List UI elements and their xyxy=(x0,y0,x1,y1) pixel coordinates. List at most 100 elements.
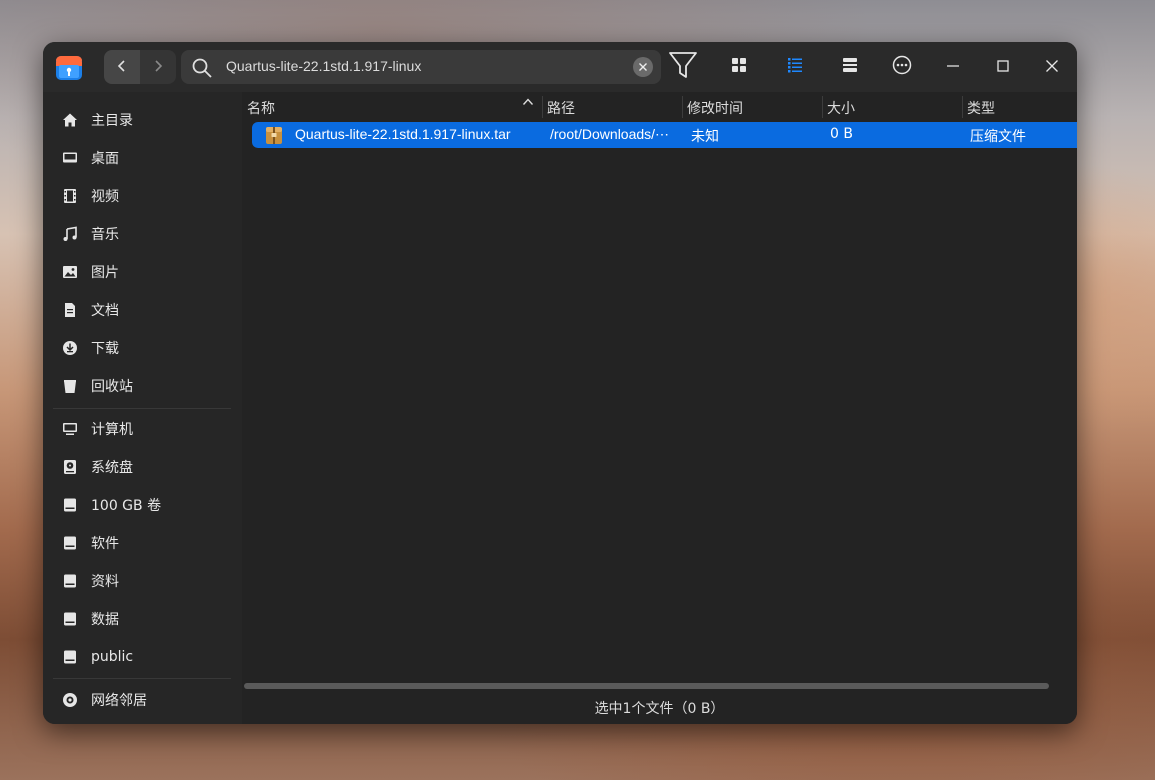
sidebar-item-label: 软件 xyxy=(91,536,119,552)
file-type: 压缩文件 xyxy=(970,129,1026,145)
grid-view-icon xyxy=(731,57,747,77)
close-window-button[interactable] xyxy=(1035,50,1069,84)
maximize-button[interactable] xyxy=(986,50,1020,84)
file-manager-window: Quartus-lite-22.1std.1.917-linux 主目录 桌面 … xyxy=(43,42,1077,724)
video-icon xyxy=(60,186,80,206)
sidebar-item-label: 回收站 xyxy=(91,379,133,395)
sidebar-item-system-disk[interactable]: 系统盘 xyxy=(55,452,230,482)
filter-icon xyxy=(668,50,698,84)
sort-ascending-icon[interactable] xyxy=(522,96,534,112)
sidebar-item-label: 图片 xyxy=(91,265,119,281)
back-button[interactable] xyxy=(104,50,140,84)
navigation-buttons xyxy=(104,50,176,84)
sidebar-item-music[interactable]: 音乐 xyxy=(55,219,230,249)
document-icon xyxy=(60,300,80,320)
sidebar-item-downloads[interactable]: 下载 xyxy=(55,333,230,363)
clear-search-button[interactable] xyxy=(633,57,653,77)
home-icon xyxy=(60,110,80,130)
drive-icon xyxy=(60,533,80,553)
sidebar-item-label: 网络邻居 xyxy=(91,693,147,709)
more-options-button[interactable] xyxy=(885,50,919,84)
trash-icon xyxy=(60,376,80,396)
sidebar-item-label: 下载 xyxy=(91,341,119,357)
column-size-header[interactable]: 大小 xyxy=(827,98,855,118)
download-icon xyxy=(60,338,80,358)
drive-icon xyxy=(60,609,80,629)
network-icon xyxy=(60,690,80,710)
search-input[interactable]: Quartus-lite-22.1std.1.917-linux xyxy=(226,58,421,74)
file-modified: 未知 xyxy=(691,129,719,145)
more-icon xyxy=(892,55,912,79)
picture-icon xyxy=(60,262,80,282)
search-box[interactable]: Quartus-lite-22.1std.1.917-linux xyxy=(181,50,661,84)
chevron-right-icon xyxy=(152,58,164,77)
column-name-header[interactable]: 名称 xyxy=(247,98,275,118)
sidebar-item-label: 音乐 xyxy=(91,227,119,243)
close-icon xyxy=(1045,58,1059,77)
sidebar-item-label: 数据 xyxy=(91,612,119,628)
sidebar-item-documents[interactable]: 文档 xyxy=(55,295,230,325)
sidebar-divider xyxy=(53,408,231,409)
detail-view-icon xyxy=(842,57,858,77)
sidebar: 主目录 桌面 视频 音乐 图片 文档 下载 回收站 计算机 系统盘 100 GB… xyxy=(43,92,242,724)
drive-icon xyxy=(60,647,80,667)
column-type-header[interactable]: 类型 xyxy=(967,98,995,118)
column-header: 名称 路径 修改时间 大小 类型 xyxy=(242,92,1077,122)
sidebar-item-videos[interactable]: 视频 xyxy=(55,181,230,211)
sidebar-item-network[interactable]: 网络邻居 xyxy=(55,685,230,715)
sidebar-item-label: 桌面 xyxy=(91,151,119,167)
sidebar-item-computer[interactable]: 计算机 xyxy=(55,414,230,444)
sidebar-item-label: 系统盘 xyxy=(91,460,133,476)
drive-icon xyxy=(60,571,80,591)
file-manager-app-icon[interactable] xyxy=(55,53,83,81)
archive-file-icon xyxy=(265,125,283,145)
minimize-icon xyxy=(946,58,960,77)
minimize-button[interactable] xyxy=(936,50,970,84)
sidebar-item-pictures[interactable]: 图片 xyxy=(55,257,230,287)
search-icon xyxy=(191,57,213,83)
file-row[interactable]: Quartus-lite-22.1std.1.917-linux.tar /ro… xyxy=(252,122,1077,148)
icon-view-button[interactable] xyxy=(722,50,756,84)
maximize-icon xyxy=(996,58,1010,77)
file-list-panel: 名称 路径 修改时间 大小 类型 Quartus-lite-22.1std.1.… xyxy=(242,92,1077,724)
file-path: /root/Downloads/⋯ xyxy=(550,126,670,142)
file-size: 0 B xyxy=(830,126,853,142)
music-icon xyxy=(60,224,80,244)
sidebar-item-data[interactable]: 数据 xyxy=(55,604,230,634)
filter-button[interactable] xyxy=(666,50,700,84)
sidebar-item-label: 计算机 xyxy=(91,422,133,438)
sidebar-divider xyxy=(53,678,231,679)
sidebar-item-public[interactable]: public xyxy=(55,642,230,672)
sidebar-item-label: 文档 xyxy=(91,303,119,319)
column-modified-header[interactable]: 修改时间 xyxy=(687,98,743,118)
status-bar: 选中1个文件（0 B） xyxy=(594,701,725,717)
detail-view-button[interactable] xyxy=(833,50,867,84)
sidebar-item-label: 资料 xyxy=(91,574,119,590)
column-divider[interactable] xyxy=(822,96,823,118)
sidebar-item-software[interactable]: 软件 xyxy=(55,528,230,558)
list-view-button[interactable] xyxy=(778,50,812,84)
column-divider[interactable] xyxy=(542,96,543,118)
drive-icon xyxy=(60,495,80,515)
list-view-icon xyxy=(787,57,803,77)
forward-button[interactable] xyxy=(140,50,176,84)
column-divider[interactable] xyxy=(962,96,963,118)
sidebar-item-materials[interactable]: 资料 xyxy=(55,566,230,596)
computer-icon xyxy=(60,419,80,439)
sidebar-item-label: 主目录 xyxy=(91,113,133,129)
sidebar-item-home[interactable]: 主目录 xyxy=(55,105,230,135)
sidebar-item-label: 100 GB 卷 xyxy=(91,498,162,514)
horizontal-scrollbar[interactable] xyxy=(244,683,1049,689)
chevron-left-icon xyxy=(116,58,128,77)
sidebar-item-label: public xyxy=(91,649,134,665)
sidebar-item-trash[interactable]: 回收站 xyxy=(55,371,230,401)
desktop-icon xyxy=(60,148,80,168)
sidebar-item-desktop[interactable]: 桌面 xyxy=(55,143,230,173)
sidebar-item-label: 视频 xyxy=(91,189,119,205)
column-divider[interactable] xyxy=(682,96,683,118)
sidebar-item-100gb-volume[interactable]: 100 GB 卷 xyxy=(55,490,230,520)
file-name: Quartus-lite-22.1std.1.917-linux.tar xyxy=(295,126,511,142)
system-disk-icon xyxy=(60,457,80,477)
titlebar: Quartus-lite-22.1std.1.917-linux xyxy=(43,42,1077,92)
column-path-header[interactable]: 路径 xyxy=(547,98,575,118)
